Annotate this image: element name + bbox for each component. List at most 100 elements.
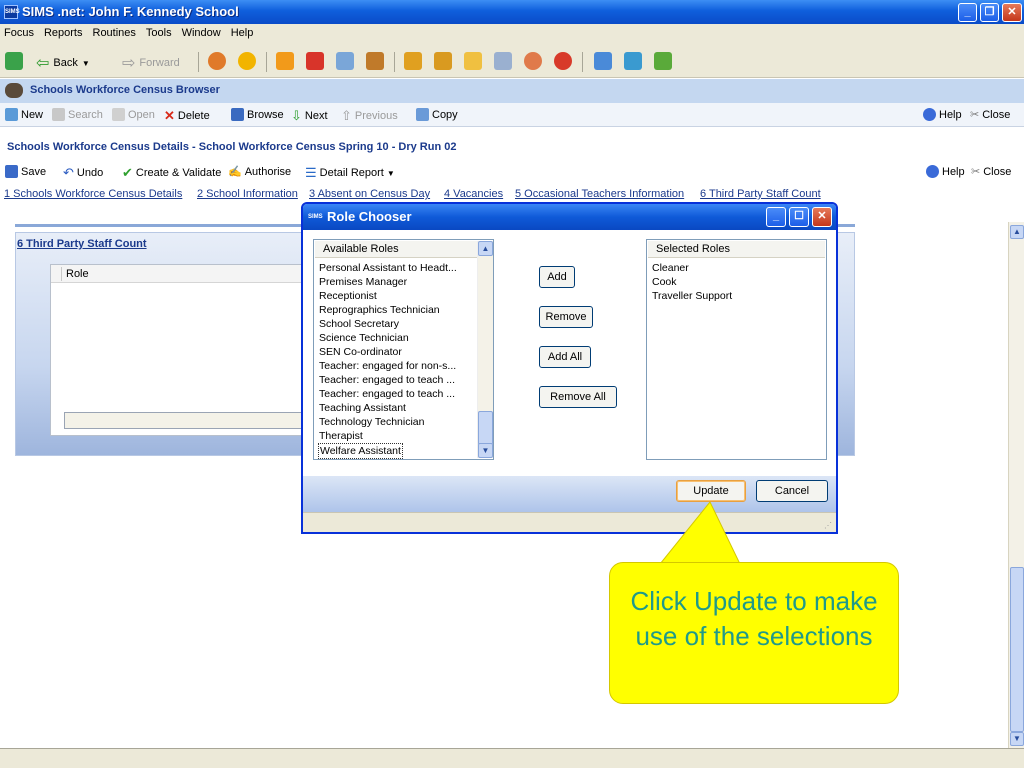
- list-item-focused[interactable]: Welfare Assistant: [318, 443, 403, 459]
- down-arrow-icon: ⇩: [291, 108, 302, 123]
- maximize-icon[interactable]: ☐: [789, 207, 809, 227]
- available-roles-scrollbar[interactable]: ▲ ▼: [477, 241, 493, 458]
- list-item[interactable]: Teaching Assistant: [319, 401, 406, 415]
- delete-label: Delete: [177, 110, 210, 122]
- list-item[interactable]: Technology Technician: [319, 415, 424, 429]
- add-button[interactable]: Add: [539, 266, 575, 288]
- forward-label: Forward: [139, 57, 180, 69]
- new-button[interactable]: New: [5, 108, 43, 121]
- minimize-icon[interactable]: _: [766, 207, 786, 227]
- scroll-down-icon[interactable]: ▼: [478, 443, 493, 458]
- window-title-bar: SIMS SIMS .net: John F. Kennedy School _…: [0, 0, 1024, 24]
- browser-header: Schools Workforce Census Browser: [0, 79, 1024, 103]
- people-icon[interactable]: [208, 52, 226, 70]
- reports-icon[interactable]: [404, 52, 422, 70]
- edit-icon[interactable]: [494, 52, 512, 70]
- list-item[interactable]: Science Technician: [319, 331, 409, 345]
- delete-button[interactable]: ✕ Delete: [164, 108, 210, 124]
- menu-help[interactable]: Help: [227, 24, 260, 39]
- clock-icon[interactable]: [554, 52, 572, 70]
- remove-all-button[interactable]: Remove All: [539, 386, 617, 408]
- search-button[interactable]: Search: [52, 108, 103, 121]
- notes-icon[interactable]: [464, 52, 482, 70]
- link-school-information[interactable]: 2 School Information: [197, 188, 298, 200]
- details-help-button[interactable]: Help: [926, 165, 965, 178]
- open-label: Open: [128, 108, 155, 121]
- save-button[interactable]: Save: [5, 165, 46, 178]
- detail-report-button[interactable]: ☰ Detail Report ▼: [305, 165, 395, 181]
- list-item[interactable]: Receptionist: [319, 289, 377, 303]
- list-item[interactable]: Traveller Support: [652, 289, 732, 303]
- list-item[interactable]: Reprographics Technician: [319, 303, 440, 317]
- close-icon[interactable]: ✕: [1002, 3, 1022, 22]
- details-close-button[interactable]: ✂ Close: [971, 165, 1011, 179]
- toolbar-separator: [266, 52, 267, 72]
- flags-icon[interactable]: [306, 52, 324, 70]
- open-button[interactable]: Open: [112, 108, 155, 121]
- close-icon[interactable]: ✕: [812, 207, 832, 227]
- menu-focus[interactable]: Focus: [0, 24, 40, 39]
- scroll-up-icon[interactable]: ▲: [478, 241, 493, 256]
- cancel-button[interactable]: Cancel: [756, 480, 828, 502]
- scroll-thumb[interactable]: [1010, 567, 1024, 732]
- add-all-button[interactable]: Add All: [539, 346, 591, 368]
- search-label: Search: [68, 108, 103, 121]
- link-vacancies[interactable]: 4 Vacancies: [444, 188, 503, 200]
- minimize-icon[interactable]: _: [958, 3, 977, 22]
- route-icon[interactable]: [336, 52, 354, 70]
- scroll-down-icon[interactable]: ▼: [1010, 732, 1024, 746]
- next-button[interactable]: ⇩ Next: [291, 108, 328, 124]
- detail-report-label: Detail Report: [319, 167, 384, 179]
- menu-reports[interactable]: Reports: [40, 24, 89, 39]
- sync-icon[interactable]: [624, 52, 642, 70]
- page-vertical-scrollbar[interactable]: ▲ ▼: [1008, 222, 1024, 748]
- list-item[interactable]: Cleaner: [652, 261, 689, 275]
- staff-icon[interactable]: [524, 52, 542, 70]
- list-item[interactable]: Cook: [652, 275, 677, 289]
- grid-horizontal-scrollbar[interactable]: [64, 412, 304, 429]
- list-item[interactable]: Premises Manager: [319, 275, 407, 289]
- available-roles-list[interactable]: Available Roles Personal Assistant to He…: [313, 239, 494, 460]
- restore-icon[interactable]: ❐: [980, 3, 999, 22]
- list-item[interactable]: Teacher: engaged for non-s...: [319, 359, 456, 373]
- link-occasional-teachers[interactable]: 5 Occasional Teachers Information: [515, 188, 684, 200]
- scroll-thumb[interactable]: [478, 411, 493, 445]
- authorise-button[interactable]: ✍ Authorise: [228, 165, 291, 179]
- copy-button[interactable]: Copy: [416, 108, 458, 121]
- exchange-icon[interactable]: [594, 52, 612, 70]
- list-item[interactable]: SEN Co-ordinator: [319, 345, 402, 359]
- toolbar-separator: [198, 52, 199, 72]
- scroll-up-icon[interactable]: ▲: [1010, 225, 1024, 239]
- menu-routines[interactable]: Routines: [89, 24, 142, 39]
- back-button[interactable]: ⇦ Back ▼: [36, 53, 90, 73]
- group-icon[interactable]: [366, 52, 384, 70]
- link-absent-census-day[interactable]: 3 Absent on Census Day: [309, 188, 430, 200]
- help-button[interactable]: Help: [923, 108, 962, 121]
- list-item[interactable]: Personal Assistant to Headt...: [319, 261, 457, 275]
- profiles-icon[interactable]: [434, 52, 452, 70]
- person-icon[interactable]: [238, 52, 256, 70]
- menu-tools[interactable]: Tools: [142, 24, 178, 39]
- link-census-details[interactable]: 1 Schools Workforce Census Details: [4, 188, 182, 200]
- list-item[interactable]: Teacher: engaged to teach ...: [319, 387, 455, 401]
- list-item[interactable]: School Secretary: [319, 317, 399, 331]
- undo-button[interactable]: ↶ Undo: [63, 165, 103, 181]
- list-item[interactable]: Therapist: [319, 429, 363, 443]
- forward-button[interactable]: ⇨ Forward: [122, 53, 180, 73]
- create-validate-button[interactable]: ✔ Create & Validate: [122, 165, 221, 181]
- transfer-icon[interactable]: [654, 52, 672, 70]
- previous-button[interactable]: ⇧ Previous: [341, 108, 398, 124]
- list-item[interactable]: Teacher: engaged to teach ...: [319, 373, 455, 387]
- selected-roles-list[interactable]: Selected Roles Cleaner Cook Traveller Su…: [646, 239, 827, 460]
- book-icon[interactable]: [276, 52, 294, 70]
- resize-grip-icon[interactable]: ⋰: [824, 521, 832, 530]
- menu-bar: Focus Reports Routines Tools Window Help: [0, 24, 1024, 44]
- browse-button[interactable]: Browse: [231, 108, 284, 121]
- remove-button[interactable]: Remove: [539, 306, 593, 328]
- home-icon[interactable]: [5, 52, 23, 70]
- link-third-party-staff[interactable]: 6 Third Party Staff Count: [700, 188, 821, 200]
- role-grid: [50, 264, 305, 436]
- toolbar-separator: [394, 52, 395, 72]
- close-button[interactable]: ✂ Close: [970, 108, 1010, 122]
- menu-window[interactable]: Window: [178, 24, 227, 39]
